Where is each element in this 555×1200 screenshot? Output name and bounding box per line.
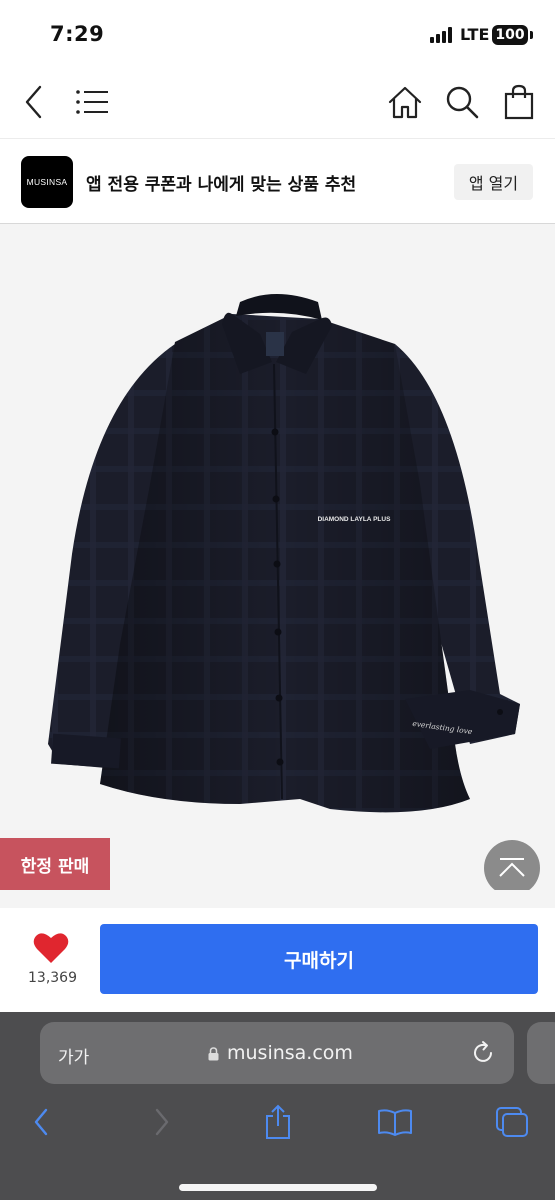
network-type: LTE	[460, 25, 490, 44]
like-count: 13,369	[28, 970, 77, 986]
status-time: 7:29	[50, 22, 105, 46]
heart-icon[interactable]	[33, 932, 69, 964]
text-size-button[interactable]: 가가	[58, 1043, 89, 1068]
hamburger-menu-icon[interactable]	[70, 80, 114, 124]
url-text: musinsa.com	[227, 1042, 353, 1064]
reload-icon[interactable]	[470, 1040, 496, 1066]
tabs-icon[interactable]	[490, 1100, 534, 1144]
limited-sale-badge: 한정 판매	[0, 838, 110, 890]
section-divider	[0, 890, 555, 908]
scroll-to-top-button[interactable]	[484, 840, 540, 896]
signal-icon	[430, 27, 456, 43]
share-icon[interactable]	[256, 1100, 300, 1144]
shopping-bag-icon[interactable]	[497, 80, 541, 124]
chevron-left-icon[interactable]	[12, 80, 56, 124]
product-image[interactable]: DIAMOND LAYLA PLUS everlasting love	[0, 224, 555, 890]
bookmarks-icon[interactable]	[373, 1100, 417, 1144]
chest-print: DIAMOND LAYLA PLUS	[318, 516, 391, 523]
address-bar[interactable]: 가가 musinsa.com	[40, 1022, 514, 1084]
search-icon[interactable]	[440, 80, 484, 124]
nav-bar	[0, 68, 555, 139]
buy-button[interactable]: 구매하기	[100, 924, 538, 994]
lock-icon	[208, 1047, 219, 1061]
battery-icon: 100	[492, 25, 528, 45]
app-open-button[interactable]: 앱 열기	[454, 164, 533, 200]
home-icon[interactable]	[383, 80, 427, 124]
home-indicator	[179, 1184, 377, 1191]
app-promo-text: 앱 전용 쿠폰과 나에게 맞는 상품 추천	[86, 175, 357, 195]
shirt-illustration: DIAMOND LAYLA PLUS everlasting love	[48, 294, 520, 813]
purchase-bar: 13,369 구매하기	[0, 908, 555, 1012]
status-bar: 7:29 LTE 100	[0, 0, 555, 68]
back-icon[interactable]	[19, 1100, 63, 1144]
musinsa-logo: MUSINSA	[21, 156, 73, 208]
forward-icon[interactable]	[140, 1100, 184, 1144]
app-install-banner: MUSINSA 앱 전용 쿠폰과 나에게 맞는 상품 추천 앱 열기	[0, 139, 555, 225]
next-tab-preview[interactable]	[527, 1022, 555, 1084]
chevron-up-icon	[499, 858, 525, 877]
battery-tip	[530, 31, 533, 39]
browser-toolbar: 가가 musinsa.com	[0, 1012, 555, 1200]
